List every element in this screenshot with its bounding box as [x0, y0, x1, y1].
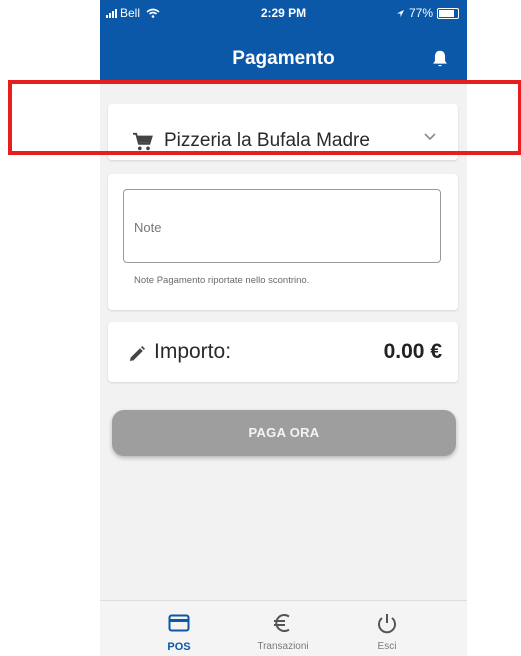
note-card: Note Pagamento riportate nello scontrino… — [108, 174, 458, 310]
highlight-box — [8, 80, 521, 155]
nav-item-transazioni[interactable]: Transazioni — [243, 601, 323, 656]
battery-percent: 77% — [408, 6, 433, 20]
note-input[interactable] — [123, 189, 441, 263]
card-icon — [168, 614, 190, 632]
amount-value: 0.00 € — [383, 340, 442, 363]
bell-icon[interactable] — [429, 48, 451, 70]
nav-label-pos: POS — [167, 641, 191, 653]
page-title: Pagamento — [232, 48, 335, 69]
pay-now-button[interactable]: PAGA ORA — [112, 410, 456, 456]
app-header: Bell 2:29 PM 77% Pagamento — [100, 0, 467, 82]
nav-label-esci: Esci — [377, 641, 397, 652]
power-icon — [378, 614, 396, 634]
status-battery: 77% — [396, 6, 459, 20]
amount-label: Importo: — [154, 340, 232, 363]
bottom-navigation: POS Transazioni Esci — [100, 600, 467, 656]
euro-icon — [274, 614, 290, 632]
pencil-icon — [130, 346, 145, 361]
amount-card[interactable]: Importo: 0.00 € — [108, 322, 458, 382]
note-helper-text: Note Pagamento riportate nello scontrino… — [134, 275, 310, 286]
battery-icon — [437, 7, 459, 19]
nav-label-transazioni: Transazioni — [257, 641, 309, 652]
nav-item-esci[interactable]: Esci — [347, 601, 427, 656]
location-arrow-icon — [396, 9, 405, 17]
nav-item-pos[interactable]: POS — [139, 601, 219, 656]
